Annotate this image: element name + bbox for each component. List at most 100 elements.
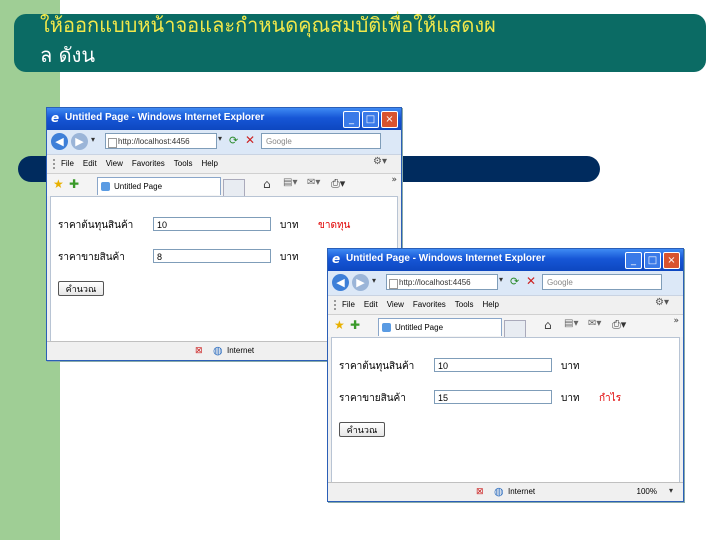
toolbar-grip[interactable] [334, 300, 339, 310]
mail-icon[interactable]: ✉▾ [588, 318, 601, 329]
more-tools-icon[interactable]: » [391, 175, 397, 185]
cost-unit: บาท [280, 220, 299, 231]
ie-logo-icon: e [332, 252, 341, 266]
window-titlebar[interactable]: e Untitled Page - Windows Internet Explo… [47, 108, 401, 130]
menu-file[interactable]: File [61, 157, 74, 171]
tab-untitled-page[interactable]: Untitled Page [378, 318, 502, 336]
favorites-bar: ★ ✚ Untitled Page ⌂ ▤▾ ✉▾ ⎙▾ » [328, 314, 683, 338]
page-content: ราคาต้นทุนสินค้า 10 บาท ราคาขายสินค้า 15… [331, 337, 680, 483]
url-text: http://localhost:4456 [118, 137, 190, 146]
minimize-icon[interactable]: _ [625, 252, 642, 269]
print-icon[interactable]: ⎙▾ [331, 177, 345, 191]
add-favorite-icon[interactable]: ✚ [69, 177, 79, 191]
refresh-icon[interactable]: ⟳ [229, 134, 238, 147]
star-icon[interactable]: ★ [334, 318, 345, 332]
cost-label: ราคาต้นทุนสินค้า [58, 220, 134, 231]
address-bar: ◀ ▶ ▾ http://localhost:4456 ▾ ⟳ ✕ Google [47, 130, 401, 154]
search-input[interactable]: Google [261, 133, 381, 149]
address-bar: ◀ ▶ ▾ http://localhost:4456 ▾ ⟳ ✕ Google [328, 271, 683, 295]
print-icon[interactable]: ⎙▾ [612, 318, 626, 332]
menu-tools[interactable]: Tools [455, 298, 474, 312]
menu-view[interactable]: View [106, 157, 123, 171]
toolbar-grip[interactable] [53, 159, 58, 169]
zoom-dropdown-icon[interactable]: ▾ [669, 486, 673, 495]
blocked-icon: ⊠ [476, 486, 484, 496]
sale-input[interactable]: 8 [153, 249, 271, 263]
menu-favorites[interactable]: Favorites [132, 157, 165, 171]
feeds-icon[interactable]: ▤▾ [283, 177, 297, 188]
blocked-icon: ⊠ [195, 345, 203, 355]
history-dropdown-icon[interactable]: ▾ [372, 276, 376, 285]
ie-logo-icon: e [51, 111, 60, 125]
toolbar-options-icon[interactable]: ⚙▾ [373, 156, 387, 167]
minimize-icon[interactable]: _ [343, 111, 360, 128]
back-icon[interactable]: ◀ [51, 133, 68, 150]
url-input[interactable]: http://localhost:4456 [105, 133, 217, 149]
page-icon [108, 138, 117, 148]
menu-bar: File Edit View Favorites Tools Help ⚙▾ [47, 154, 401, 173]
page-icon [389, 279, 398, 289]
url-dropdown-icon[interactable]: ▾ [218, 134, 222, 143]
mail-icon[interactable]: ✉▾ [307, 177, 320, 188]
window-titlebar[interactable]: e Untitled Page - Windows Internet Explo… [328, 249, 683, 271]
search-input[interactable]: Google [542, 274, 662, 290]
new-tab-button[interactable] [223, 179, 245, 197]
menu-edit[interactable]: Edit [364, 298, 378, 312]
calculate-button[interactable]: คำนวณ [339, 422, 385, 437]
security-zone: Internet [508, 487, 536, 496]
menu-help[interactable]: Help [201, 157, 217, 171]
star-icon[interactable]: ★ [53, 177, 64, 191]
home-icon[interactable]: ⌂ [263, 177, 271, 191]
tab-page-icon [101, 182, 110, 191]
slide-title-line2: ล ดังน [40, 43, 96, 67]
tab-untitled-page[interactable]: Untitled Page [97, 177, 221, 195]
tab-page-icon [382, 323, 391, 332]
refresh-icon[interactable]: ⟳ [510, 275, 519, 288]
browser-window-profit: e Untitled Page - Windows Internet Explo… [327, 248, 684, 502]
result-label: ขาดทุน [318, 220, 351, 231]
maximize-icon[interactable]: □ [644, 252, 661, 269]
sale-input[interactable]: 15 [434, 390, 552, 404]
more-tools-icon[interactable]: » [673, 316, 679, 326]
stop-icon[interactable]: ✕ [245, 133, 255, 147]
menu-favorites[interactable]: Favorites [413, 298, 446, 312]
menu-help[interactable]: Help [482, 298, 498, 312]
search-placeholder: Google [266, 137, 292, 146]
slide-title: ให้ออกแบบหน้าจอและกำหนดคุณสมบัติเพื่อให้… [40, 10, 720, 70]
feeds-icon[interactable]: ▤▾ [564, 318, 578, 329]
menu-bar: File Edit View Favorites Tools Help ⚙▾ [328, 295, 683, 314]
url-text: http://localhost:4456 [399, 278, 471, 287]
home-icon[interactable]: ⌂ [544, 318, 552, 332]
sale-unit: บาท [561, 393, 580, 404]
zoom-level[interactable]: 100% [637, 487, 657, 496]
toolbar-options-icon[interactable]: ⚙▾ [655, 297, 669, 308]
sale-label: ราคาขายสินค้า [58, 252, 125, 263]
maximize-icon[interactable]: □ [362, 111, 379, 128]
tab-label: Untitled Page [114, 182, 163, 191]
new-tab-button[interactable] [504, 320, 526, 338]
calculate-button[interactable]: คำนวณ [58, 281, 104, 296]
window-title: Untitled Page - Windows Internet Explore… [65, 112, 265, 123]
forward-icon[interactable]: ▶ [352, 274, 369, 291]
cost-input[interactable]: 10 [153, 217, 271, 231]
sale-label: ราคาขายสินค้า [339, 393, 406, 404]
cost-input[interactable]: 10 [434, 358, 552, 372]
url-input[interactable]: http://localhost:4456 [386, 274, 498, 290]
url-dropdown-icon[interactable]: ▾ [499, 275, 503, 284]
menu-view[interactable]: View [387, 298, 404, 312]
menu-tools[interactable]: Tools [174, 157, 193, 171]
forward-icon[interactable]: ▶ [71, 133, 88, 150]
history-dropdown-icon[interactable]: ▾ [91, 135, 95, 144]
back-icon[interactable]: ◀ [332, 274, 349, 291]
menu-file[interactable]: File [342, 298, 355, 312]
cost-label: ราคาต้นทุนสินค้า [339, 361, 415, 372]
result-label: กำไร [599, 393, 622, 404]
close-icon[interactable]: × [663, 252, 680, 269]
globe-icon: ◍ [494, 486, 504, 498]
slide-title-line1: ให้ออกแบบหน้าจอและกำหนดคุณสมบัติเพื่อให้… [40, 13, 496, 37]
menu-edit[interactable]: Edit [83, 157, 97, 171]
stop-icon[interactable]: ✕ [526, 274, 536, 288]
add-favorite-icon[interactable]: ✚ [350, 318, 360, 332]
globe-icon: ◍ [213, 345, 223, 357]
close-icon[interactable]: × [381, 111, 398, 128]
